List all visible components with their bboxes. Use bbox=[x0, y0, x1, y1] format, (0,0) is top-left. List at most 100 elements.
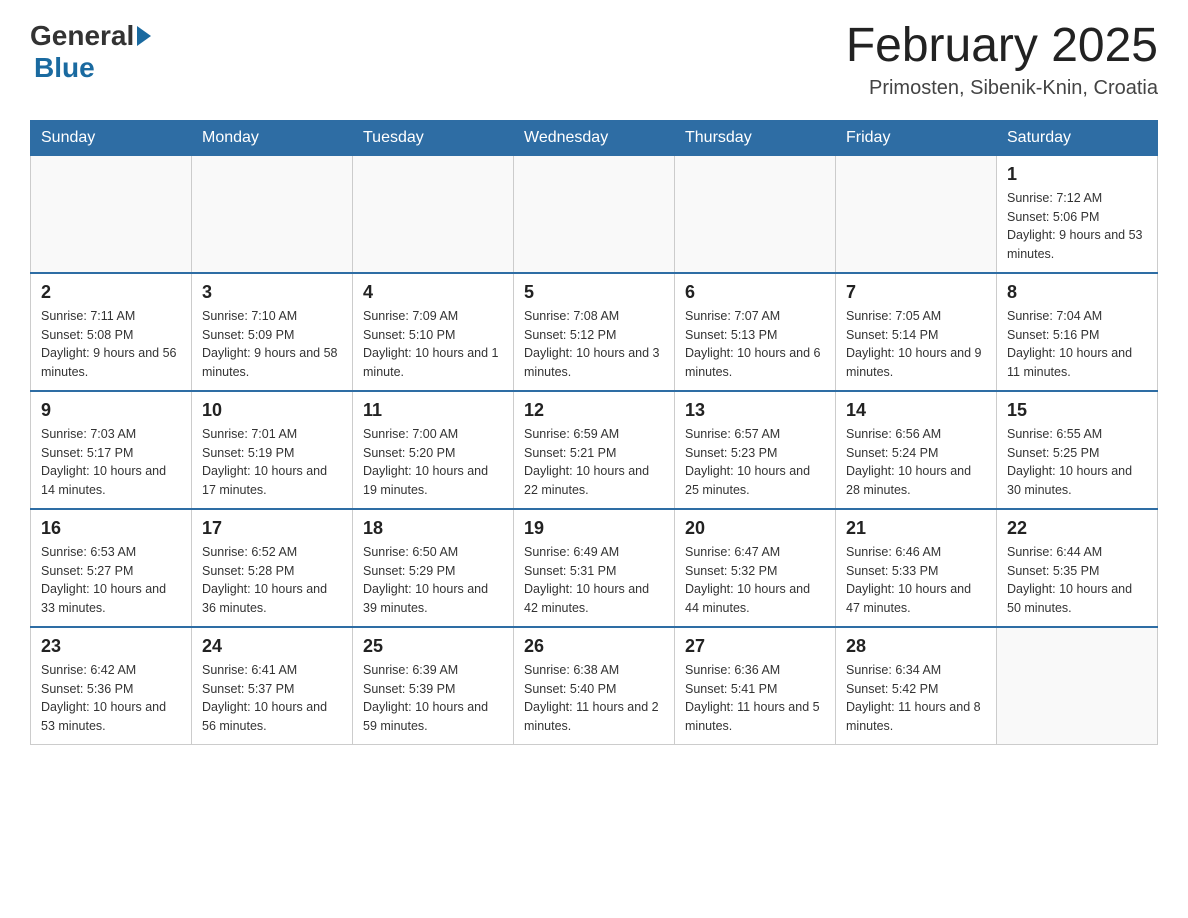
day-number-11: 11 bbox=[363, 400, 503, 421]
week-row-4: 23 Sunrise: 6:42 AM Sunset: 5:36 PM Dayli… bbox=[31, 627, 1158, 745]
day-number-26: 26 bbox=[524, 636, 664, 657]
cell-week1-day6: 8 Sunrise: 7:04 AM Sunset: 5:16 PM Daylig… bbox=[997, 273, 1158, 391]
cell-week4-day5: 28 Sunrise: 6:34 AM Sunset: 5:42 PM Dayli… bbox=[836, 627, 997, 745]
day-number-8: 8 bbox=[1007, 282, 1147, 303]
day-number-17: 17 bbox=[202, 518, 342, 539]
cell-week3-day3: 19 Sunrise: 6:49 AM Sunset: 5:31 PM Dayli… bbox=[514, 509, 675, 627]
week-row-2: 9 Sunrise: 7:03 AM Sunset: 5:17 PM Daylig… bbox=[31, 391, 1158, 509]
calendar-table: Sunday Monday Tuesday Wednesday Thursday… bbox=[30, 120, 1158, 745]
day-info-10: Sunrise: 7:01 AM Sunset: 5:19 PM Dayligh… bbox=[202, 425, 342, 500]
week-row-3: 16 Sunrise: 6:53 AM Sunset: 5:27 PM Dayli… bbox=[31, 509, 1158, 627]
cell-week2-day4: 13 Sunrise: 6:57 AM Sunset: 5:23 PM Dayli… bbox=[675, 391, 836, 509]
day-number-27: 27 bbox=[685, 636, 825, 657]
cell-week2-day6: 15 Sunrise: 6:55 AM Sunset: 5:25 PM Dayli… bbox=[997, 391, 1158, 509]
cell-week4-day3: 26 Sunrise: 6:38 AM Sunset: 5:40 PM Dayli… bbox=[514, 627, 675, 745]
day-number-13: 13 bbox=[685, 400, 825, 421]
day-number-21: 21 bbox=[846, 518, 986, 539]
day-info-12: Sunrise: 6:59 AM Sunset: 5:21 PM Dayligh… bbox=[524, 425, 664, 500]
calendar-title: February 2025 bbox=[846, 20, 1158, 73]
logo-blue-text: Blue bbox=[34, 52, 95, 84]
day-info-8: Sunrise: 7:04 AM Sunset: 5:16 PM Dayligh… bbox=[1007, 307, 1147, 382]
cell-week3-day5: 21 Sunrise: 6:46 AM Sunset: 5:33 PM Dayli… bbox=[836, 509, 997, 627]
day-info-2: Sunrise: 7:11 AM Sunset: 5:08 PM Dayligh… bbox=[41, 307, 181, 382]
day-number-5: 5 bbox=[524, 282, 664, 303]
day-number-15: 15 bbox=[1007, 400, 1147, 421]
header-monday: Monday bbox=[192, 120, 353, 155]
day-number-4: 4 bbox=[363, 282, 503, 303]
day-info-5: Sunrise: 7:08 AM Sunset: 5:12 PM Dayligh… bbox=[524, 307, 664, 382]
day-number-24: 24 bbox=[202, 636, 342, 657]
logo-arrow-icon bbox=[137, 26, 151, 46]
day-info-3: Sunrise: 7:10 AM Sunset: 5:09 PM Dayligh… bbox=[202, 307, 342, 382]
header-tuesday: Tuesday bbox=[353, 120, 514, 155]
cell-week2-day5: 14Sunrise: 6:56 AM Sunset: 5:24 PM Dayli… bbox=[836, 391, 997, 509]
day-number-6: 6 bbox=[685, 282, 825, 303]
cell-week0-day4 bbox=[675, 155, 836, 273]
day-info-14: Sunrise: 6:56 AM Sunset: 5:24 PM Dayligh… bbox=[846, 425, 986, 500]
page-header: General Blue February 2025 Primosten, Si… bbox=[30, 20, 1158, 100]
cell-week3-day6: 22 Sunrise: 6:44 AM Sunset: 5:35 PM Dayli… bbox=[997, 509, 1158, 627]
day-info-27: Sunrise: 6:36 AM Sunset: 5:41 PM Dayligh… bbox=[685, 661, 825, 736]
header-sunday: Sunday bbox=[31, 120, 192, 155]
cell-week1-day0: 2 Sunrise: 7:11 AM Sunset: 5:08 PM Daylig… bbox=[31, 273, 192, 391]
day-info-15: Sunrise: 6:55 AM Sunset: 5:25 PM Dayligh… bbox=[1007, 425, 1147, 500]
title-section: February 2025 Primosten, Sibenik-Knin, C… bbox=[846, 20, 1158, 100]
cell-week2-day3: 12 Sunrise: 6:59 AM Sunset: 5:21 PM Dayli… bbox=[514, 391, 675, 509]
cell-week1-day3: 5 Sunrise: 7:08 AM Sunset: 5:12 PM Daylig… bbox=[514, 273, 675, 391]
header-wednesday: Wednesday bbox=[514, 120, 675, 155]
day-number-23: 23 bbox=[41, 636, 181, 657]
cell-week1-day1: 3 Sunrise: 7:10 AM Sunset: 5:09 PM Daylig… bbox=[192, 273, 353, 391]
cell-week3-day2: 18Sunrise: 6:50 AM Sunset: 5:29 PM Dayli… bbox=[353, 509, 514, 627]
day-info-24: Sunrise: 6:41 AM Sunset: 5:37 PM Dayligh… bbox=[202, 661, 342, 736]
day-info-9: Sunrise: 7:03 AM Sunset: 5:17 PM Dayligh… bbox=[41, 425, 181, 500]
week-row-0: 1 Sunrise: 7:12 AM Sunset: 5:06 PM Daylig… bbox=[31, 155, 1158, 273]
day-info-16: Sunrise: 6:53 AM Sunset: 5:27 PM Dayligh… bbox=[41, 543, 181, 618]
day-info-23: Sunrise: 6:42 AM Sunset: 5:36 PM Dayligh… bbox=[41, 661, 181, 736]
day-info-21: Sunrise: 6:46 AM Sunset: 5:33 PM Dayligh… bbox=[846, 543, 986, 618]
cell-week4-day6 bbox=[997, 627, 1158, 745]
cell-week2-day1: 10Sunrise: 7:01 AM Sunset: 5:19 PM Dayli… bbox=[192, 391, 353, 509]
calendar-subtitle: Primosten, Sibenik-Knin, Croatia bbox=[846, 77, 1158, 100]
day-info-22: Sunrise: 6:44 AM Sunset: 5:35 PM Dayligh… bbox=[1007, 543, 1147, 618]
day-info-28: Sunrise: 6:34 AM Sunset: 5:42 PM Dayligh… bbox=[846, 661, 986, 736]
day-number-1: 1 bbox=[1007, 164, 1147, 185]
day-number-20: 20 bbox=[685, 518, 825, 539]
week-row-1: 2 Sunrise: 7:11 AM Sunset: 5:08 PM Daylig… bbox=[31, 273, 1158, 391]
day-info-6: Sunrise: 7:07 AM Sunset: 5:13 PM Dayligh… bbox=[685, 307, 825, 382]
day-info-26: Sunrise: 6:38 AM Sunset: 5:40 PM Dayligh… bbox=[524, 661, 664, 736]
day-number-16: 16 bbox=[41, 518, 181, 539]
cell-week2-day0: 9 Sunrise: 7:03 AM Sunset: 5:17 PM Daylig… bbox=[31, 391, 192, 509]
cell-week1-day5: 7Sunrise: 7:05 AM Sunset: 5:14 PM Daylig… bbox=[836, 273, 997, 391]
day-info-17: Sunrise: 6:52 AM Sunset: 5:28 PM Dayligh… bbox=[202, 543, 342, 618]
day-number-2: 2 bbox=[41, 282, 181, 303]
cell-week3-day0: 16 Sunrise: 6:53 AM Sunset: 5:27 PM Dayli… bbox=[31, 509, 192, 627]
cell-week4-day2: 25Sunrise: 6:39 AM Sunset: 5:39 PM Dayli… bbox=[353, 627, 514, 745]
cell-week2-day2: 11 Sunrise: 7:00 AM Sunset: 5:20 PM Dayli… bbox=[353, 391, 514, 509]
day-number-9: 9 bbox=[41, 400, 181, 421]
day-number-19: 19 bbox=[524, 518, 664, 539]
day-number-28: 28 bbox=[846, 636, 986, 657]
day-info-4: Sunrise: 7:09 AM Sunset: 5:10 PM Dayligh… bbox=[363, 307, 503, 382]
day-info-7: Sunrise: 7:05 AM Sunset: 5:14 PM Dayligh… bbox=[846, 307, 986, 382]
day-info-20: Sunrise: 6:47 AM Sunset: 5:32 PM Dayligh… bbox=[685, 543, 825, 618]
cell-week3-day1: 17 Sunrise: 6:52 AM Sunset: 5:28 PM Dayli… bbox=[192, 509, 353, 627]
day-info-11: Sunrise: 7:00 AM Sunset: 5:20 PM Dayligh… bbox=[363, 425, 503, 500]
header-saturday: Saturday bbox=[997, 120, 1158, 155]
cell-week0-day0 bbox=[31, 155, 192, 273]
cell-week0-day6: 1 Sunrise: 7:12 AM Sunset: 5:06 PM Daylig… bbox=[997, 155, 1158, 273]
day-number-22: 22 bbox=[1007, 518, 1147, 539]
cell-week3-day4: 20 Sunrise: 6:47 AM Sunset: 5:32 PM Dayli… bbox=[675, 509, 836, 627]
day-number-3: 3 bbox=[202, 282, 342, 303]
day-number-12: 12 bbox=[524, 400, 664, 421]
cell-week0-day2 bbox=[353, 155, 514, 273]
cell-week4-day4: 27 Sunrise: 6:36 AM Sunset: 5:41 PM Dayli… bbox=[675, 627, 836, 745]
cell-week1-day2: 4 Sunrise: 7:09 AM Sunset: 5:10 PM Daylig… bbox=[353, 273, 514, 391]
day-number-25: 25 bbox=[363, 636, 503, 657]
day-info-1: Sunrise: 7:12 AM Sunset: 5:06 PM Dayligh… bbox=[1007, 189, 1147, 264]
header-thursday: Thursday bbox=[675, 120, 836, 155]
cell-week1-day4: 6 Sunrise: 7:07 AM Sunset: 5:13 PM Daylig… bbox=[675, 273, 836, 391]
day-info-13: Sunrise: 6:57 AM Sunset: 5:23 PM Dayligh… bbox=[685, 425, 825, 500]
logo-text-general: General bbox=[30, 20, 134, 52]
day-info-19: Sunrise: 6:49 AM Sunset: 5:31 PM Dayligh… bbox=[524, 543, 664, 618]
header-friday: Friday bbox=[836, 120, 997, 155]
